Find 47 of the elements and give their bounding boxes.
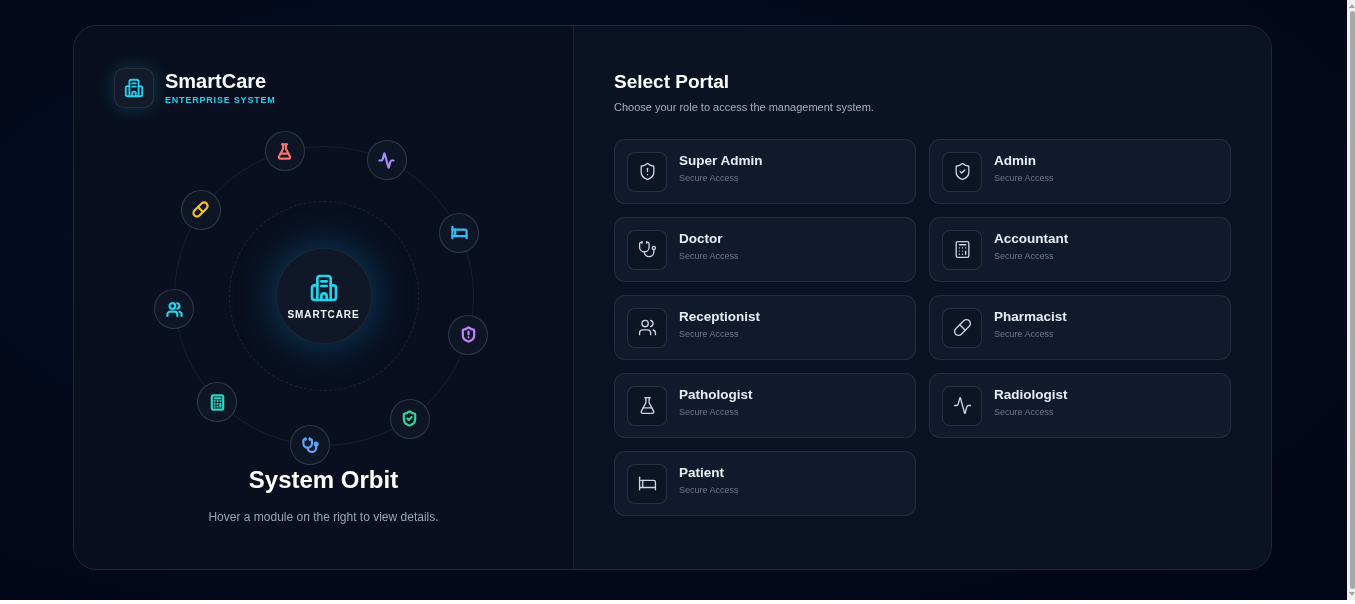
portal-card[interactable]: Accountant Secure Access — [929, 217, 1231, 282]
role-name: Accountant — [994, 231, 1069, 247]
role-name: Radiologist — [994, 387, 1068, 403]
portal-card[interactable]: Admin Secure Access — [929, 139, 1231, 204]
role-name: Pathologist — [679, 387, 753, 403]
orbit-hint: Hover a module on the right to view details. — [208, 510, 439, 525]
role-name: Pharmacist — [994, 309, 1067, 325]
role-caption: Secure Access — [679, 173, 740, 184]
scroll-up-icon[interactable] — [1349, 4, 1355, 8]
brand-name: SmartCare — [165, 70, 268, 92]
role-caption: Secure Access — [994, 329, 1055, 340]
bed-icon — [627, 463, 667, 504]
pulse-icon — [942, 385, 982, 426]
role-caption: Secure Access — [994, 173, 1054, 184]
shield-check-icon — [942, 151, 982, 192]
orbit-title: System Orbit — [248, 466, 399, 494]
portal-subtitle: Choose your role to access the management system. — [614, 100, 875, 115]
portal-card[interactable]: Pharmacist Secure Access — [929, 295, 1231, 360]
role-name: Patient — [679, 465, 725, 481]
shield-exclamation-icon — [627, 151, 667, 192]
portal-card[interactable]: Super Admin Secure Access — [614, 139, 916, 204]
role-caption: Secure Access — [994, 251, 1055, 262]
portal-card[interactable]: Patient Secure Access — [614, 451, 916, 516]
role-name: Doctor — [679, 231, 724, 247]
role-name: Super Admin — [679, 153, 763, 169]
flask-icon — [627, 385, 667, 426]
role-caption: Secure Access — [679, 485, 739, 496]
scroll-down-icon[interactable] — [1349, 592, 1355, 596]
portal-card[interactable]: Receptionist Secure Access — [614, 295, 916, 360]
portal-title: Select Portal — [614, 70, 731, 94]
stethoscope-icon — [627, 229, 667, 270]
scrollbar-thumb[interactable] — [1349, 11, 1355, 589]
calculator-icon — [942, 229, 982, 270]
portal-card[interactable]: Pathologist Secure Access — [614, 373, 916, 438]
portal-card[interactable]: Radiologist Secure Access — [929, 373, 1231, 438]
role-caption: Secure Access — [679, 329, 740, 340]
brand-tagline: ENTERPRISE SYSTEM — [165, 95, 276, 106]
role-caption: Secure Access — [679, 407, 740, 418]
portal-card[interactable]: Doctor Secure Access — [614, 217, 916, 282]
pill-icon — [942, 307, 982, 348]
role-name: Admin — [994, 153, 1037, 169]
role-caption: Secure Access — [994, 407, 1055, 418]
role-name: Receptionist — [679, 309, 760, 325]
people-icon — [627, 307, 667, 348]
hub-label: SMARTCARE — [287, 308, 360, 321]
building-icon — [114, 68, 154, 108]
role-caption: Secure Access — [679, 251, 739, 262]
